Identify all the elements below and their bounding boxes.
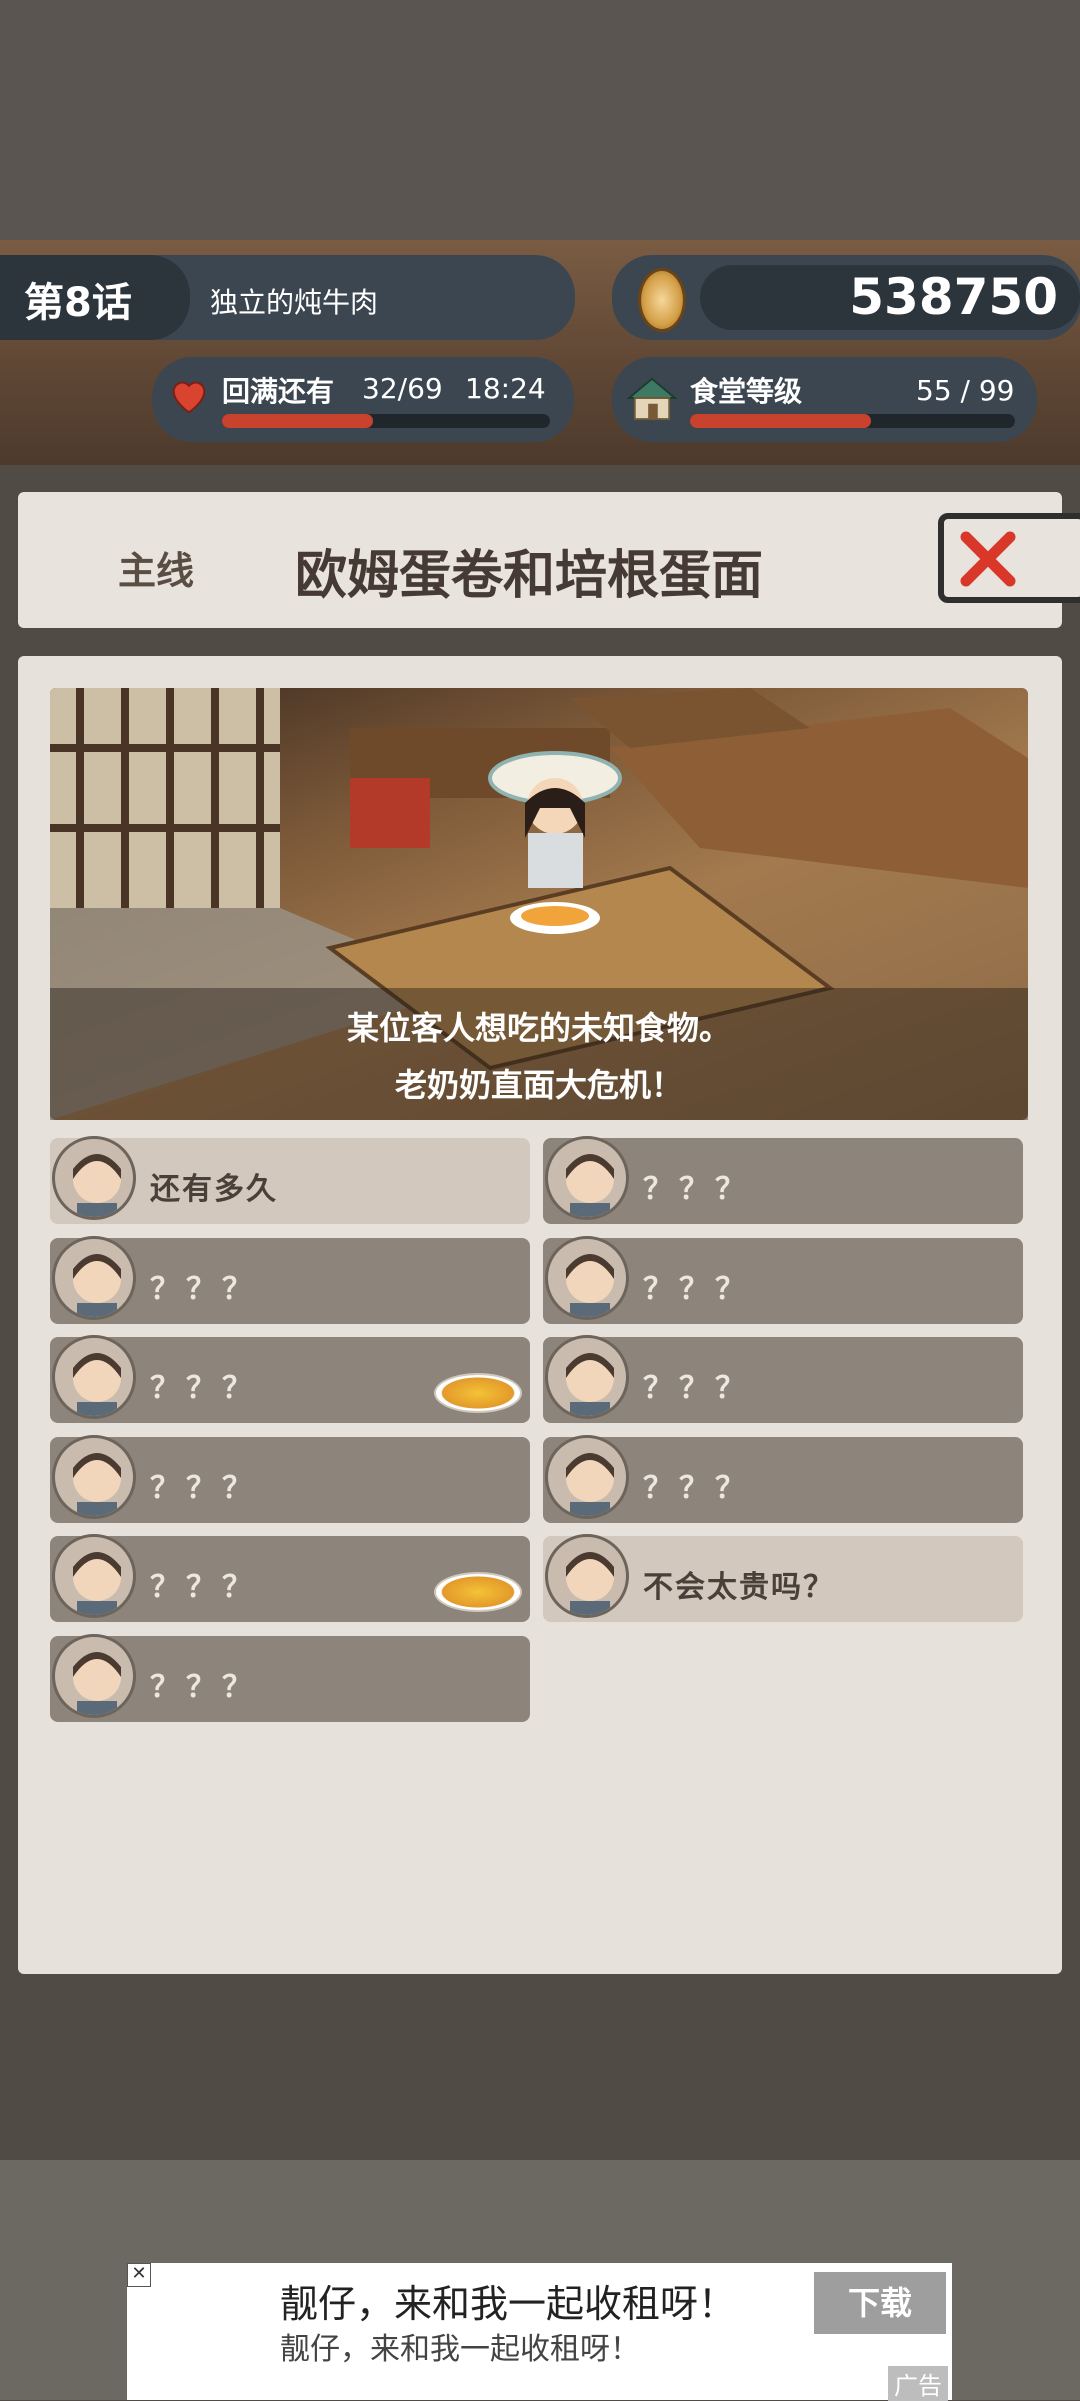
dialogue-row[interactable]: 还有多久 [50, 1136, 530, 1224]
ad-title: 靓仔，来和我一起收租呀！ [280, 2282, 737, 2326]
dialogue-row[interactable]: ？？？ [50, 1236, 530, 1324]
stamina-count: 32/69 [362, 372, 443, 405]
house-icon [626, 377, 678, 421]
dialogue-label: ？？？ [643, 1471, 751, 1506]
stamina-bar [222, 414, 550, 428]
dialogue-label: ？？？ [150, 1371, 258, 1406]
dialogue-row[interactable]: ？？？ [543, 1136, 1023, 1224]
stamina-label: 回满还有 [222, 375, 335, 408]
dialogue-label: ？？？ [643, 1272, 751, 1307]
chapter-title: 独立的炖牛肉 [210, 286, 379, 319]
dialogue-row[interactable]: ？？？ [543, 1236, 1023, 1324]
dialogue-row[interactable]: ？？？ [543, 1335, 1023, 1423]
dialogue-label: 不会太贵吗？ [643, 1570, 835, 1605]
story-title: 欧姆蛋卷和培根蛋面 [295, 546, 764, 606]
dialogue-label: ？？？ [643, 1371, 751, 1406]
girl-avatar [545, 1435, 629, 1519]
officer-avatar [545, 1335, 629, 1419]
grandma-avatar [52, 1634, 136, 1718]
stamina-bar-fill [222, 414, 373, 428]
restaurant-level-bar-fill [690, 414, 871, 428]
coin-icon [638, 268, 686, 332]
restaurant-level-count: 55 / 99 [916, 374, 1015, 407]
man-avatar [545, 1534, 629, 1618]
dish-icon [434, 1373, 522, 1413]
dialogue-row[interactable]: ？？？ [50, 1335, 530, 1423]
dialogue-label: ？？？ [150, 1471, 258, 1506]
girl-avatar [52, 1236, 136, 1320]
grandma-avatar [52, 1136, 136, 1220]
dialogue-label: ？？？ [150, 1570, 258, 1605]
dialogue-row[interactable]: ？？？ [50, 1634, 530, 1722]
ad-download-button[interactable]: 下载 [814, 2272, 946, 2334]
scene-caption-line-2: 老奶奶直面大危机！ [394, 1066, 683, 1104]
scene-caption-line-1: 某位客人想吃的未知食物。 [346, 1009, 731, 1047]
sunglasses-man-avatar [52, 1335, 136, 1419]
boy-avatar [545, 1136, 629, 1220]
restaurant-level-label: 食堂等级 [690, 375, 803, 408]
stamina-timer: 18:24 [465, 372, 546, 405]
sunglasses-man-avatar [545, 1236, 629, 1320]
heart-icon [172, 381, 206, 414]
close-icon [960, 531, 1016, 587]
close-button[interactable] [938, 513, 1080, 603]
ad-close-button[interactable]: ✕ [127, 2263, 151, 2287]
dialogue-label: ？？？ [150, 1670, 258, 1705]
dialogue-row[interactable]: 不会太贵吗？ [543, 1534, 1023, 1622]
story-type-label: 主线 [118, 549, 195, 593]
top-background [0, 0, 1080, 240]
dialogue-row[interactable]: ？？？ [50, 1534, 530, 1622]
restaurant-level-bar [690, 414, 1015, 428]
chapter-number: 第8话 [24, 280, 132, 326]
hat-girl-avatar [52, 1534, 136, 1618]
dialogue-label: ？？？ [643, 1172, 751, 1207]
hat-girl-avatar [52, 1435, 136, 1519]
dialogue-row[interactable]: ？？？ [543, 1435, 1023, 1523]
coin-amount: 538750 [849, 268, 1058, 326]
dialogue-row[interactable]: ？？？ [50, 1435, 530, 1523]
dish-icon [434, 1572, 522, 1612]
dialogue-label: 还有多久 [150, 1172, 278, 1207]
dialogue-label: ？？？ [150, 1272, 258, 1307]
ad-tag: 广告 [888, 2366, 948, 2401]
ad-subtitle: 靓仔，来和我一起收租呀！ [280, 2332, 640, 2367]
